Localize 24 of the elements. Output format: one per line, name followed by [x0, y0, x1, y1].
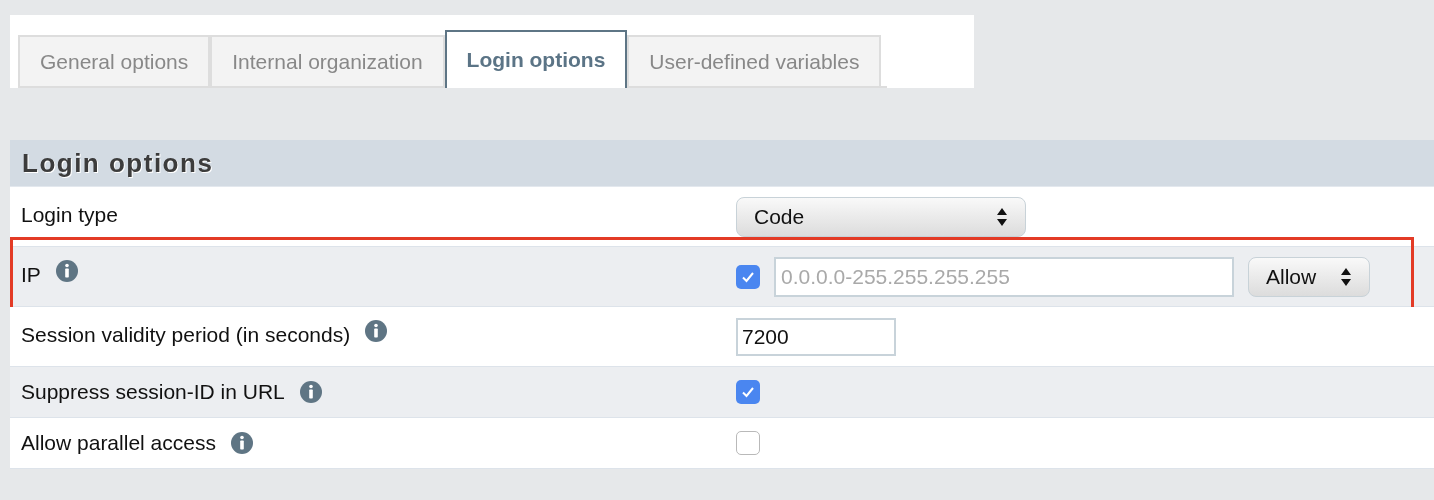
- tab[interactable]: Internal organization: [210, 35, 445, 86]
- section-title: Login options: [22, 146, 214, 180]
- setting-label: Allow parallel access: [21, 430, 216, 457]
- checkmark-icon: [741, 385, 755, 399]
- dropdown-select[interactable]: Code: [736, 196, 1026, 237]
- checkbox[interactable]: [736, 380, 760, 404]
- tab[interactable]: General options: [18, 35, 211, 86]
- info-icon[interactable]: [54, 259, 79, 283]
- setting-label: Suppress session-ID in URL: [21, 379, 285, 406]
- dropdown-select[interactable]: Allow: [1248, 256, 1370, 297]
- checkbox[interactable]: [736, 431, 760, 455]
- updown-arrows-icon: [1340, 266, 1352, 287]
- setting-label: Session validity period (in seconds): [21, 322, 351, 348]
- setting-label: IP: [21, 262, 41, 288]
- info-icon[interactable]: [298, 380, 323, 404]
- tab[interactable]: Login options: [444, 30, 628, 88]
- seconds-field[interactable]: 7200: [736, 317, 896, 356]
- ip-range-field[interactable]: 0.0.0.0-255.255.255.255: [774, 256, 1234, 297]
- setting-label: Login type: [21, 202, 118, 228]
- checkbox[interactable]: [736, 264, 760, 289]
- tab[interactable]: User-defined variables: [627, 35, 882, 86]
- updown-arrows-icon: [996, 206, 1008, 227]
- info-icon[interactable]: [229, 431, 254, 455]
- info-icon[interactable]: [364, 319, 389, 343]
